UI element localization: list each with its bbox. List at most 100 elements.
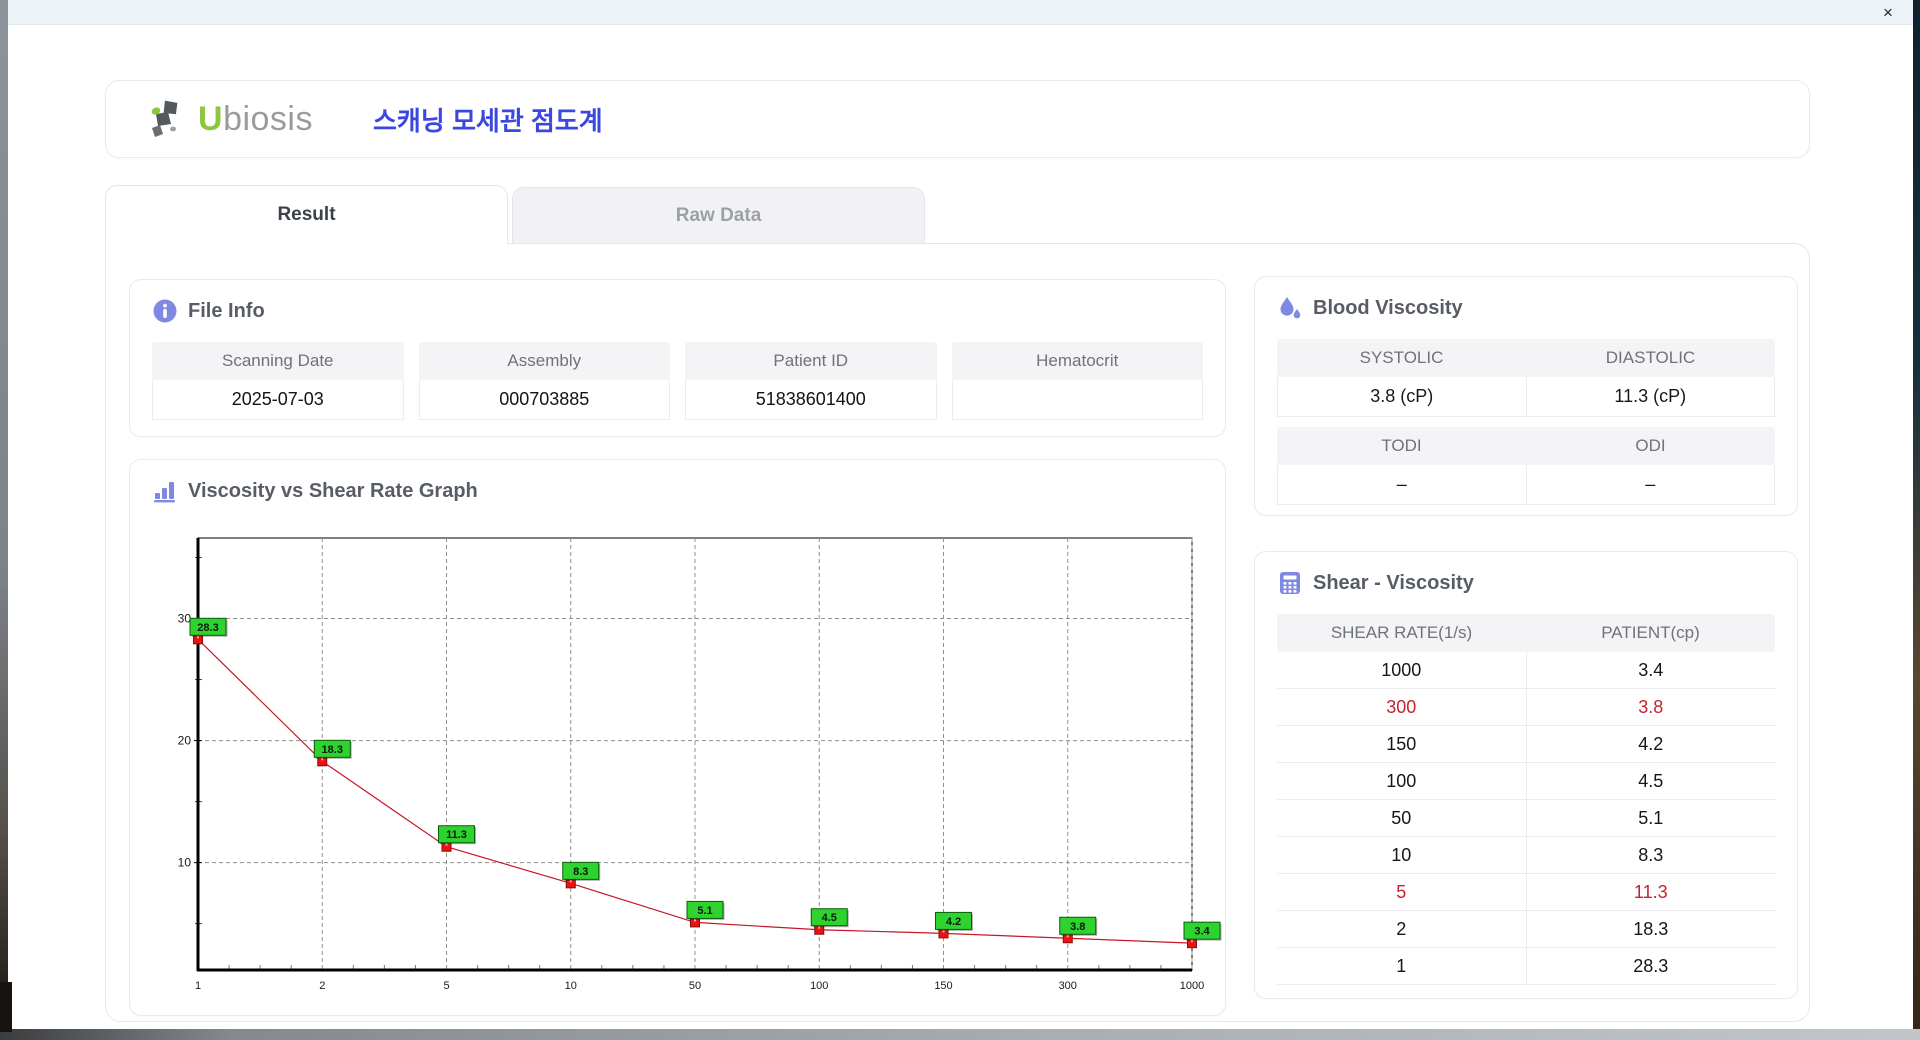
blood-viscosity-title: Blood Viscosity [1313, 296, 1463, 319]
sv-cell-rate: 50 [1391, 807, 1412, 828]
field-label: Assembly [418, 342, 670, 380]
desktop-corner [0, 982, 12, 1032]
sv-cell-patient: 3.8 [1525, 689, 1776, 725]
svg-text:4.2: 4.2 [946, 916, 961, 928]
svg-text:18.3: 18.3 [322, 744, 343, 756]
bv-value-systolic: 3.8 (cP) [1277, 377, 1527, 417]
bv-value-diastolic: 11.3 (cP) [1526, 377, 1775, 417]
blood-viscosity-table: SYSTOLIC DIASTOLIC 3.8 (cP) 11.3 (cP) TO… [1277, 339, 1775, 515]
ubiosis-logo: Ubiosis [148, 98, 313, 140]
sv-cell-rate: 100 [1386, 770, 1417, 791]
svg-text:3.4: 3.4 [1194, 926, 1210, 938]
graph-title: Viscosity vs Shear Rate Graph [188, 479, 478, 502]
desktop-edge-right [1913, 0, 1920, 1040]
desktop: × Ubiosis 스캐닝 모세관 점도계 Result Raw Data Fi… [0, 0, 1920, 1040]
tab-result[interactable]: Result [105, 185, 508, 244]
bv-value-odi: – [1526, 465, 1775, 505]
file-info-fields: Scanning Date 2025-07-03 Assembly 000703… [152, 342, 1203, 420]
sv-cell-rate: 1 [1396, 955, 1407, 976]
tab-panel-join [106, 242, 507, 245]
table-row: 150 4.2 [1277, 726, 1775, 763]
field-hematocrit: Hematocrit [951, 342, 1203, 420]
table-row-highlighted: 5 11.3 [1277, 874, 1775, 911]
bv-header-diastolic: DIASTOLIC [1605, 348, 1696, 367]
sv-cell-rate: 1000 [1381, 659, 1422, 680]
viscosity-chart-area: 10 20 30 1 2 5 10 50 100 150 300 1000 28.3 18.3 11.3 8.… [142, 525, 1222, 997]
field-value: 000703885 [418, 380, 670, 420]
ubiosis-logo-text: Ubiosis [198, 100, 313, 139]
blood-viscosity-card: Blood Viscosity SYSTOLIC DIASTOLIC 3.8 (… [1254, 276, 1798, 516]
calculator-icon [1280, 572, 1300, 594]
file-info-title: File Info [188, 299, 265, 322]
sv-cell-patient: 5.1 [1525, 800, 1776, 836]
sv-cell-rate: 10 [1391, 844, 1412, 865]
field-value [951, 380, 1203, 420]
svg-text:4.5: 4.5 [822, 912, 837, 924]
shear-viscosity-title: Shear - Viscosity [1313, 571, 1474, 594]
table-row: 1000 3.4 [1277, 652, 1775, 689]
bottom-bar [0, 1029, 1920, 1040]
sv-cell-patient: 3.4 [1525, 652, 1776, 688]
svg-text:50: 50 [689, 980, 701, 992]
table-row: 10 8.3 [1277, 837, 1775, 874]
sv-cell-rate: 2 [1396, 918, 1407, 939]
result-panel: File Info Scanning Date 2025-07-03 Assem… [105, 243, 1810, 1022]
table-row: 100 4.5 [1277, 763, 1775, 800]
close-button[interactable]: × [1877, 2, 1899, 24]
svg-text:30: 30 [178, 612, 192, 626]
field-assembly: Assembly 000703885 [418, 342, 670, 420]
sv-cell-rate: 150 [1386, 733, 1417, 754]
graph-card: Viscosity vs Shear Rate Graph 10 20 30 1 2 5 1… [129, 459, 1226, 1016]
bv-value-todi: – [1277, 465, 1527, 505]
field-scanning-date: Scanning Date 2025-07-03 [152, 342, 404, 420]
sv-col-shear-rate: SHEAR RATE(1/s) [1330, 623, 1473, 642]
bar-chart-icon [154, 482, 175, 503]
info-icon [153, 299, 177, 323]
sv-col-patient: PATIENT(cp) [1601, 623, 1700, 642]
logo-letter-u: U [198, 99, 224, 138]
svg-text:300: 300 [1059, 980, 1077, 992]
sv-cell-patient: 28.3 [1525, 948, 1776, 984]
table-row-highlighted: 300 3.8 [1277, 689, 1775, 726]
sv-cell-patient: 8.3 [1525, 837, 1776, 873]
svg-text:5: 5 [443, 980, 449, 992]
sv-cell-patient: 4.5 [1525, 763, 1776, 799]
desktop-edge-left [0, 0, 8, 1040]
table-row: 50 5.1 [1277, 800, 1775, 837]
app-title: 스캐닝 모세관 점도계 [373, 105, 603, 136]
svg-text:100: 100 [810, 980, 828, 992]
svg-text:8.3: 8.3 [573, 866, 588, 878]
blood-drop-icon [1280, 297, 1301, 319]
file-info-card: File Info Scanning Date 2025-07-03 Assem… [129, 279, 1226, 437]
shear-viscosity-card: Shear - Viscosity SHEAR RATE(1/s) PATIEN… [1254, 551, 1798, 999]
field-label: Scanning Date [152, 342, 404, 380]
table-row: 2 18.3 [1277, 911, 1775, 948]
svg-text:20: 20 [178, 734, 192, 748]
svg-text:2: 2 [319, 980, 325, 992]
sv-cell-patient: 18.3 [1525, 911, 1776, 947]
viscosity-chart: 10 20 30 1 2 5 10 50 100 150 300 1000 28.3 18.3 11.3 8.… [178, 537, 1222, 992]
svg-text:10: 10 [565, 980, 577, 992]
svg-text:1: 1 [195, 980, 201, 992]
svg-text:5.1: 5.1 [697, 905, 712, 917]
svg-text:28.3: 28.3 [197, 622, 218, 634]
sv-cell-rate: 5 [1396, 881, 1407, 902]
logo-rest: biosis [223, 99, 313, 138]
ubiosis-logo-icon [151, 100, 178, 137]
field-value: 51838601400 [685, 380, 937, 420]
bv-header-todi: TODI [1381, 436, 1422, 455]
field-label: Patient ID [685, 342, 937, 380]
bv-header-systolic: SYSTOLIC [1359, 348, 1444, 367]
bv-header-odi: ODI [1635, 436, 1666, 455]
sv-cell-rate: 300 [1386, 696, 1417, 717]
field-patient-id: Patient ID 51838601400 [685, 342, 937, 420]
svg-text:150: 150 [934, 980, 952, 992]
svg-text:1000: 1000 [1180, 980, 1204, 992]
field-value: 2025-07-03 [152, 380, 404, 420]
sv-cell-patient: 11.3 [1525, 874, 1776, 910]
table-row: 1 28.3 [1277, 948, 1775, 985]
header-card: Ubiosis 스캐닝 모세관 점도계 [105, 80, 1810, 158]
tab-raw-data[interactable]: Raw Data [512, 187, 925, 244]
svg-text:11.3: 11.3 [446, 829, 467, 841]
svg-text:10: 10 [178, 856, 192, 870]
